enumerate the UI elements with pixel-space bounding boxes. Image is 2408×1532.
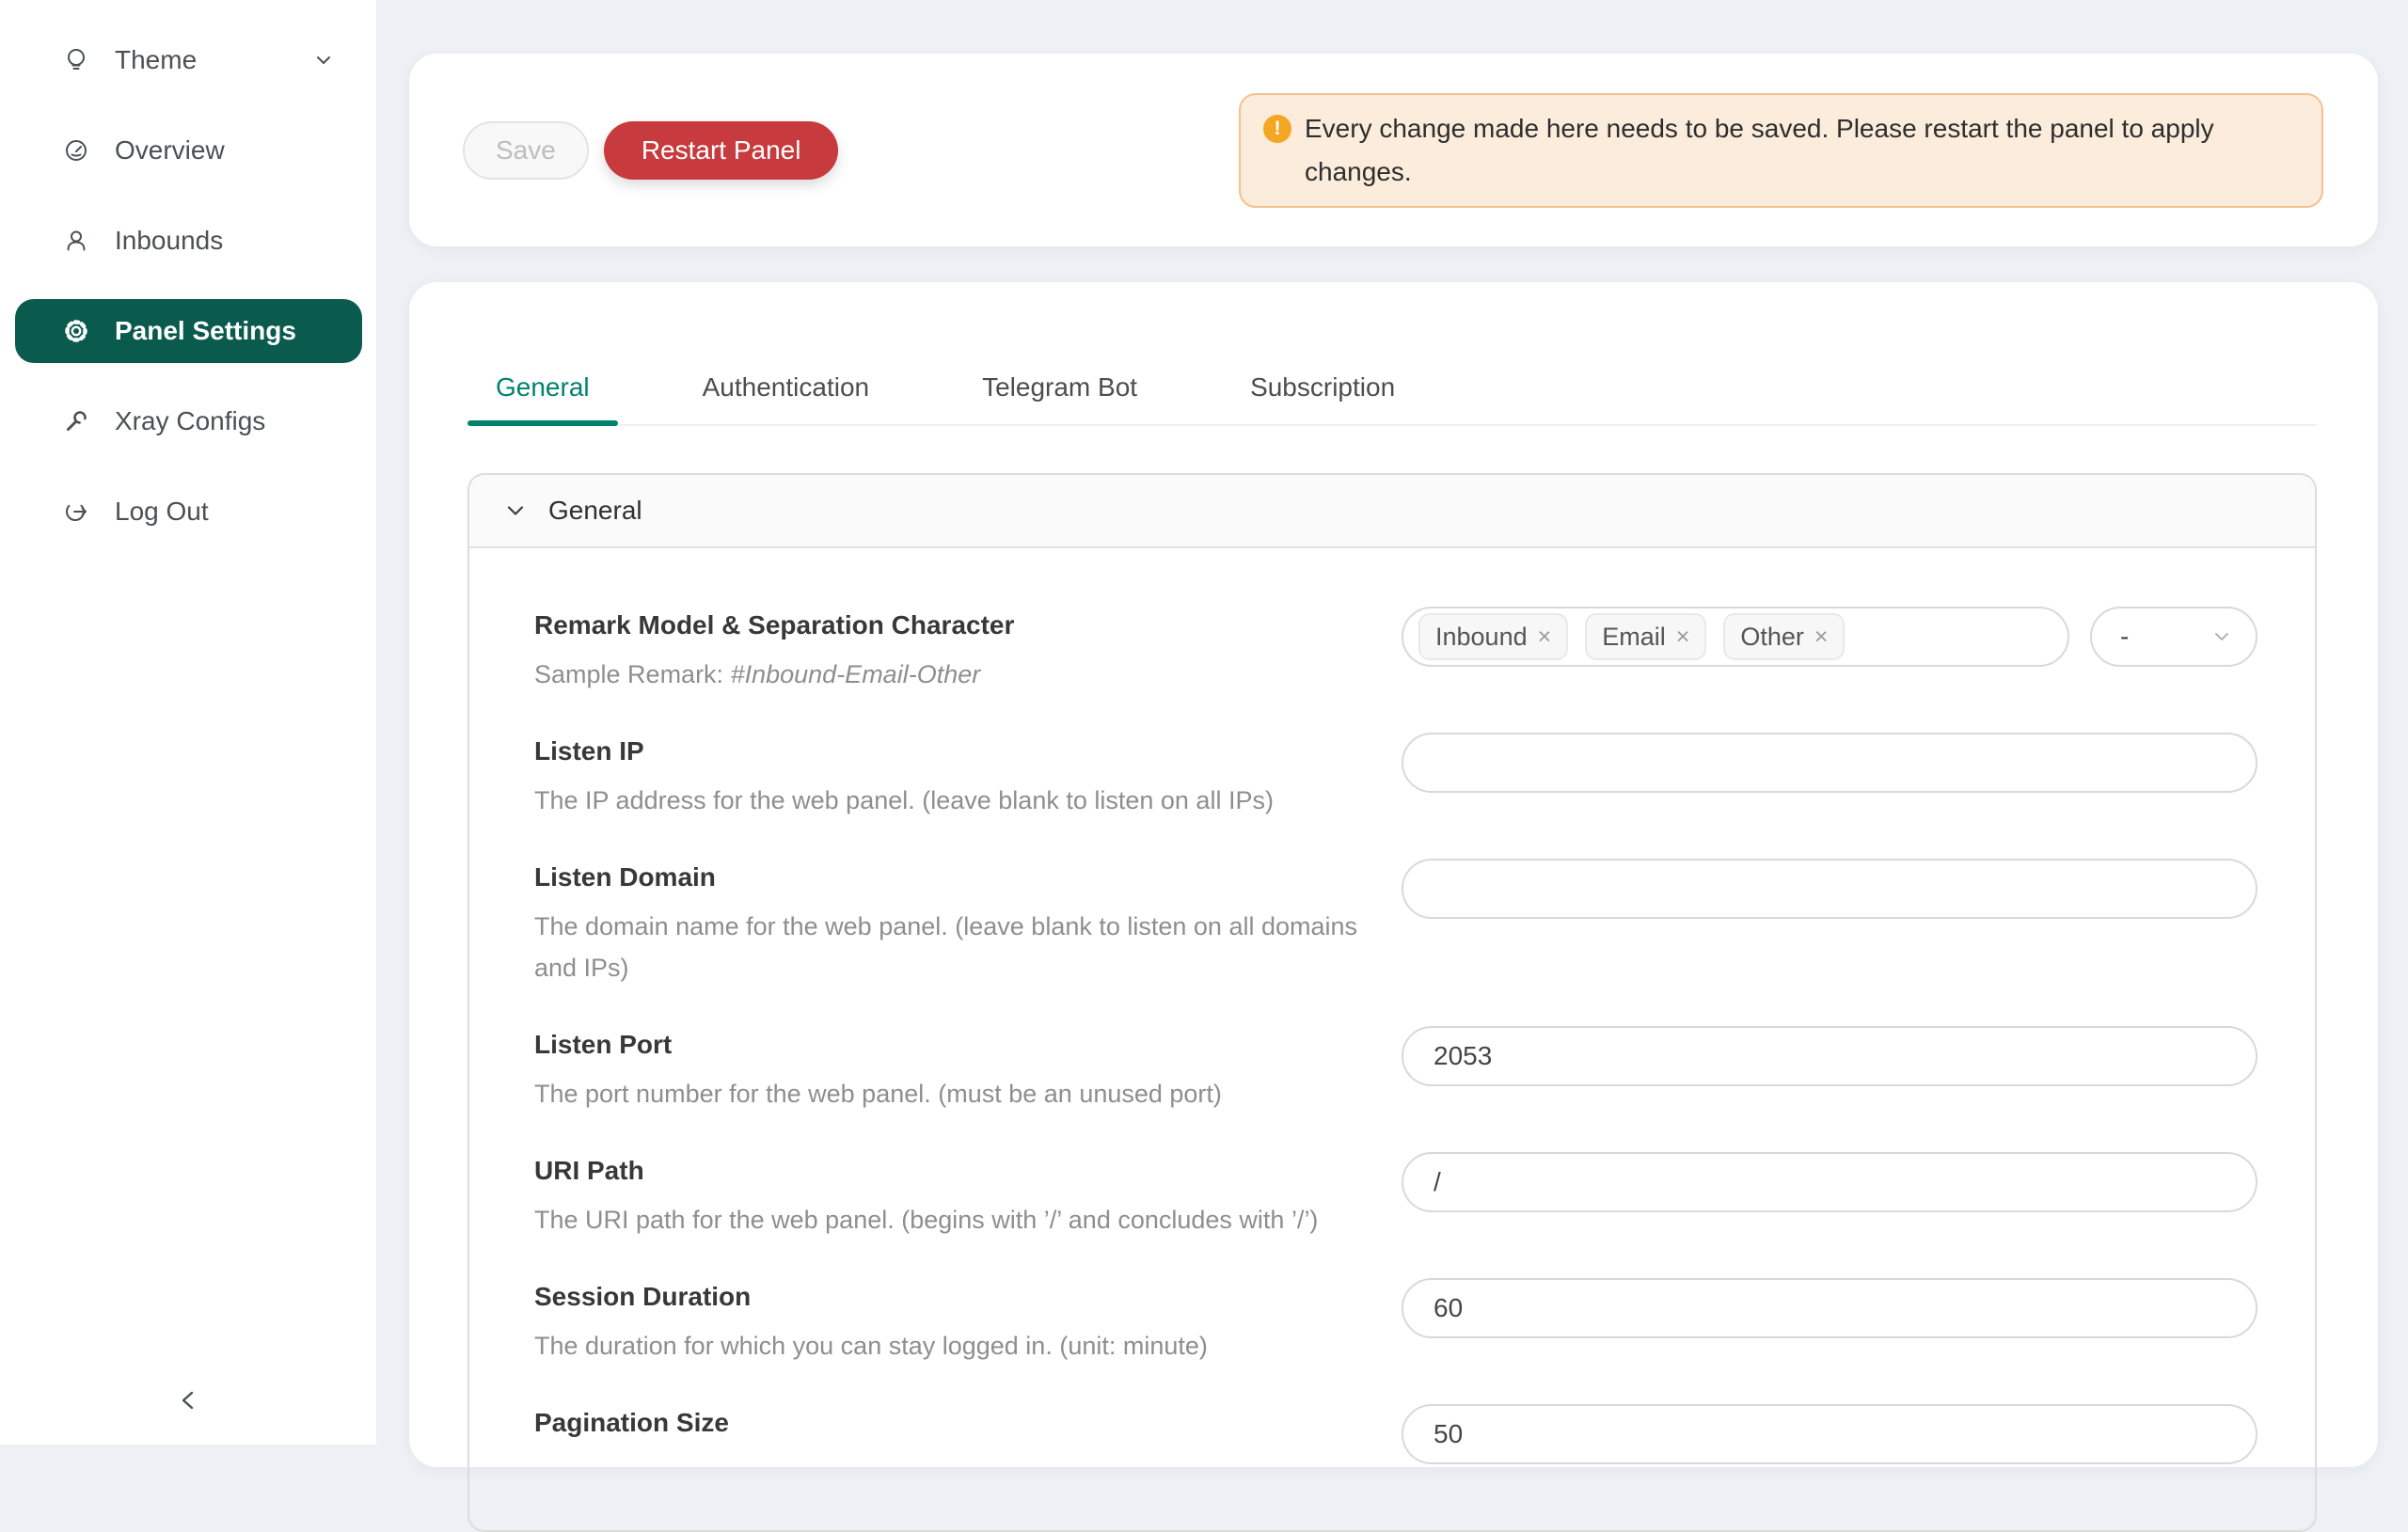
sidebar-item-xray-configs[interactable]: Xray Configs bbox=[15, 389, 362, 453]
form-row-remark-model: Remark Model & Separation Character Samp… bbox=[534, 607, 2258, 695]
field-label: URI Path bbox=[534, 1152, 1402, 1190]
sidebar-item-log-out[interactable]: Log Out bbox=[15, 480, 362, 544]
sidebar-collapse-button[interactable] bbox=[167, 1380, 209, 1421]
tag-close-icon[interactable]: × bbox=[1814, 624, 1829, 651]
sidebar-item-panel-settings[interactable]: Panel Settings bbox=[15, 299, 362, 363]
form-row-pagination-size: Pagination Size bbox=[534, 1404, 2258, 1464]
chevron-down-icon bbox=[313, 50, 334, 71]
field-description: Sample Remark: #Inbound-Email-Other bbox=[534, 654, 1402, 695]
save-button[interactable]: Save bbox=[463, 121, 589, 180]
sidebar-item-inbounds[interactable]: Inbounds bbox=[15, 209, 362, 273]
sidebar-item-overview[interactable]: Overview bbox=[15, 118, 362, 182]
separator-value: - bbox=[2120, 622, 2129, 652]
form-row-listen-domain: Listen Domain The domain name for the we… bbox=[534, 859, 2258, 988]
settings-tabs: General Authentication Telegram Bot Subs… bbox=[467, 371, 2317, 426]
form-row-listen-port: Listen Port The port number for the web … bbox=[534, 1026, 2258, 1114]
user-icon bbox=[63, 228, 89, 254]
wrench-icon bbox=[63, 408, 89, 434]
uri-path-input[interactable] bbox=[1402, 1152, 2258, 1212]
sidebar-item-label: Overview bbox=[115, 135, 225, 166]
sidebar-item-label: Inbounds bbox=[115, 226, 223, 256]
listen-ip-input[interactable] bbox=[1402, 733, 2258, 793]
chevron-down-icon bbox=[503, 498, 528, 523]
sidebar-item-label: Theme bbox=[115, 45, 197, 75]
field-label: Pagination Size bbox=[534, 1404, 1402, 1442]
alert-text: Every change made here needs to be saved… bbox=[1305, 107, 2236, 194]
tag-close-icon[interactable]: × bbox=[1676, 624, 1690, 651]
tab-subscription[interactable]: Subscription bbox=[1222, 371, 1423, 424]
sidebar-item-label: Xray Configs bbox=[115, 406, 265, 436]
separation-character-select[interactable]: - bbox=[2090, 607, 2258, 667]
chevron-left-icon bbox=[174, 1386, 202, 1414]
general-collapse-panel: General Remark Model & Separation Charac… bbox=[467, 473, 2317, 1532]
form-row-session-duration: Session Duration The duration for which … bbox=[534, 1278, 2258, 1366]
general-form: Remark Model & Separation Character Samp… bbox=[469, 548, 2315, 1530]
bulb-icon bbox=[63, 47, 89, 73]
section-title: General bbox=[548, 496, 642, 526]
exclamation-circle-icon: ! bbox=[1263, 115, 1291, 143]
field-description: The domain name for the web panel. (leav… bbox=[534, 906, 1402, 988]
form-row-listen-ip: Listen IP The IP address for the web pan… bbox=[534, 733, 2258, 821]
chevron-down-icon bbox=[2210, 625, 2233, 648]
settings-card: General Authentication Telegram Bot Subs… bbox=[409, 282, 2378, 1467]
field-description: The port number for the web panel. (must… bbox=[534, 1073, 1402, 1114]
sidebar-menu: Theme Overview Inbounds bbox=[0, 0, 376, 544]
toolbar-card: Save Restart Panel ! Every change made h… bbox=[409, 54, 2378, 246]
pagination-size-input[interactable] bbox=[1402, 1404, 2258, 1464]
logout-icon bbox=[63, 498, 89, 525]
field-label: Listen IP bbox=[534, 733, 1402, 770]
field-label: Listen Domain bbox=[534, 859, 1402, 896]
listen-domain-input[interactable] bbox=[1402, 859, 2258, 919]
tag-other[interactable]: Other× bbox=[1723, 613, 1845, 660]
field-label: Remark Model & Separation Character bbox=[534, 607, 1402, 644]
tag-email[interactable]: Email× bbox=[1585, 613, 1706, 660]
dashboard-icon bbox=[63, 137, 89, 164]
tab-authentication[interactable]: Authentication bbox=[674, 371, 897, 424]
session-duration-input[interactable] bbox=[1402, 1278, 2258, 1338]
general-collapse-header[interactable]: General bbox=[469, 475, 2315, 548]
app-root: Theme Overview Inbounds bbox=[0, 0, 2408, 1445]
gear-icon bbox=[63, 318, 89, 344]
field-description: The duration for which you can stay logg… bbox=[534, 1325, 1402, 1366]
sidebar-item-label: Log Out bbox=[115, 497, 209, 527]
field-description: The URI path for the web panel. (begins … bbox=[534, 1199, 1402, 1240]
sidebar-item-theme[interactable]: Theme bbox=[15, 28, 362, 92]
listen-port-input[interactable] bbox=[1402, 1026, 2258, 1086]
sample-remark-value: #Inbound-Email-Other bbox=[731, 660, 981, 688]
sidebar: Theme Overview Inbounds bbox=[0, 0, 376, 1445]
sidebar-item-label: Panel Settings bbox=[115, 316, 296, 346]
restart-panel-button[interactable]: Restart Panel bbox=[604, 121, 839, 180]
restart-warning-alert: ! Every change made here needs to be sav… bbox=[1239, 93, 2323, 208]
main-content: Save Restart Panel ! Every change made h… bbox=[376, 0, 2408, 1445]
remark-model-multiselect[interactable]: Inbound× Email× Other× bbox=[1402, 607, 2069, 667]
tag-inbound[interactable]: Inbound× bbox=[1418, 613, 1568, 660]
tag-close-icon[interactable]: × bbox=[1538, 624, 1552, 651]
tab-general[interactable]: General bbox=[467, 371, 618, 424]
tab-telegram-bot[interactable]: Telegram Bot bbox=[954, 371, 1165, 424]
field-label: Session Duration bbox=[534, 1278, 1402, 1316]
form-row-uri-path: URI Path The URI path for the web panel.… bbox=[534, 1152, 2258, 1240]
field-description: The IP address for the web panel. (leave… bbox=[534, 780, 1402, 821]
field-label: Listen Port bbox=[534, 1026, 1402, 1064]
